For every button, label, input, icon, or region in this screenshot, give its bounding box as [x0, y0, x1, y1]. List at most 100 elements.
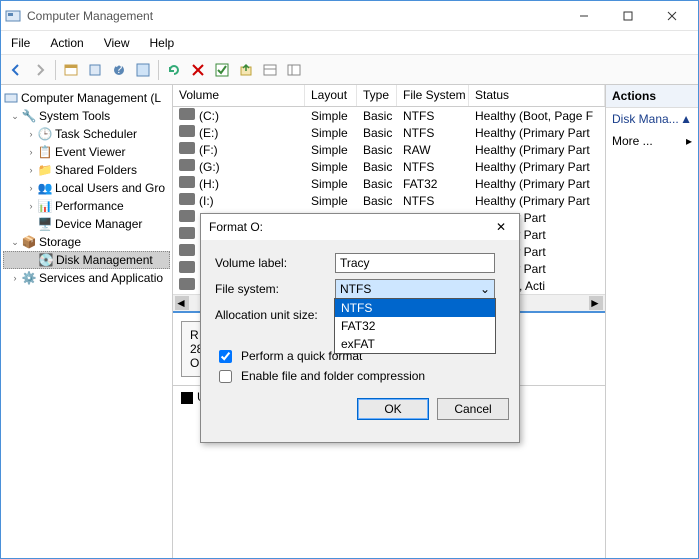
minimize-button[interactable]	[562, 2, 606, 30]
compression-checkbox[interactable]: Enable file and folder compression	[215, 366, 505, 386]
volume-icon	[179, 227, 195, 239]
tree-event-viewer[interactable]: Event Viewer	[55, 145, 125, 159]
show-hide-tree-button[interactable]	[60, 59, 82, 81]
expand-icon[interactable]: ›	[25, 165, 37, 175]
maximize-button[interactable]	[606, 2, 650, 30]
expand-icon[interactable]: ›	[25, 147, 37, 157]
volume-icon	[179, 159, 195, 171]
forward-button[interactable]	[29, 59, 51, 81]
table-row[interactable]: (E:)SimpleBasicNTFSHealthy (Primary Part	[173, 124, 605, 141]
file-system-value: NTFS	[340, 282, 371, 296]
disk-icon: 💽	[38, 252, 54, 268]
compression-input[interactable]	[219, 370, 232, 383]
col-layout[interactable]: Layout	[305, 85, 357, 106]
window-title: Computer Management	[27, 9, 562, 23]
allocation-size-label: Allocation unit size:	[215, 308, 335, 322]
dropdown-option-fat32[interactable]: FAT32	[335, 317, 495, 335]
actions-more-item[interactable]: More ...▸	[606, 130, 698, 152]
menu-action[interactable]: Action	[46, 34, 87, 52]
tools-icon: 🔧	[21, 108, 37, 124]
tree-local-users[interactable]: Local Users and Gro	[55, 181, 165, 195]
storage-icon: 📦	[21, 234, 37, 250]
tree-performance[interactable]: Performance	[55, 199, 124, 213]
tree-storage[interactable]: Storage	[39, 235, 81, 249]
action-button-3[interactable]	[283, 59, 305, 81]
dropdown-option-ntfs[interactable]: NTFS	[335, 299, 495, 317]
volume-icon	[179, 244, 195, 256]
volume-icon	[179, 108, 195, 120]
tree-device-manager[interactable]: Device Manager	[55, 217, 142, 231]
tree-root[interactable]: Computer Management (L	[21, 91, 161, 105]
table-row[interactable]: (C:)SimpleBasicNTFSHealthy (Boot, Page F	[173, 107, 605, 124]
collapse-icon[interactable]: ⌄	[9, 111, 21, 122]
collapse-icon[interactable]: ⌄	[9, 237, 21, 248]
volume-icon	[179, 125, 195, 137]
help-button[interactable]: ?	[108, 59, 130, 81]
ok-button[interactable]: OK	[357, 398, 429, 420]
actions-disk-item[interactable]: Disk Mana...▲	[606, 108, 698, 130]
col-filesystem[interactable]: File System	[397, 85, 469, 106]
menu-file[interactable]: File	[7, 34, 34, 52]
svg-text:?: ?	[116, 63, 123, 76]
collapse-icon: ▲	[680, 112, 692, 126]
table-row[interactable]: (F:)SimpleBasicRAWHealthy (Primary Part	[173, 141, 605, 158]
chevron-down-icon: ⌄	[480, 282, 490, 296]
dialog-close-button[interactable]: ✕	[491, 220, 511, 234]
tree-shared-folders[interactable]: Shared Folders	[55, 163, 137, 177]
titlebar: Computer Management	[1, 1, 698, 31]
tree-services[interactable]: Services and Applicatio	[39, 271, 163, 285]
volume-list-header: Volume Layout Type File System Status	[173, 85, 605, 107]
view-button[interactable]	[132, 59, 154, 81]
volume-icon	[179, 261, 195, 273]
scroll-right-icon[interactable]: ►	[589, 296, 603, 310]
col-volume[interactable]: Volume	[173, 85, 305, 106]
volume-icon	[179, 210, 195, 222]
tree-task-scheduler[interactable]: Task Scheduler	[55, 127, 137, 141]
delete-button[interactable]	[187, 59, 209, 81]
volume-label-label: Volume label:	[215, 256, 335, 270]
col-status[interactable]: Status	[469, 85, 605, 106]
legend-unallocated-swatch	[181, 392, 193, 404]
expand-icon[interactable]: ›	[9, 273, 21, 283]
expand-icon[interactable]: ›	[25, 183, 37, 193]
refresh-button[interactable]	[163, 59, 185, 81]
expand-icon[interactable]: ›	[25, 201, 37, 211]
device-icon: 🖥️	[37, 216, 53, 232]
back-button[interactable]	[5, 59, 27, 81]
dialog-titlebar: Format O: ✕	[201, 214, 519, 240]
volume-label-input[interactable]	[335, 253, 495, 273]
file-system-dropdown[interactable]: NTFS ⌄	[335, 279, 495, 299]
col-type[interactable]: Type	[357, 85, 397, 106]
submenu-icon: ▸	[686, 134, 692, 148]
users-icon: 👥	[37, 180, 53, 196]
actions-header: Actions	[606, 85, 698, 108]
cancel-button[interactable]: Cancel	[437, 398, 509, 420]
table-row[interactable]: (I:)SimpleBasicNTFSHealthy (Primary Part	[173, 192, 605, 209]
folder-icon: 📁	[37, 162, 53, 178]
event-icon: 📋	[37, 144, 53, 160]
dropdown-option-exfat[interactable]: exFAT	[335, 335, 495, 353]
close-button[interactable]	[650, 2, 694, 30]
tree-system-tools[interactable]: System Tools	[39, 109, 110, 123]
volume-icon	[179, 176, 195, 188]
action-button-1[interactable]	[235, 59, 257, 81]
tree-disk-management[interactable]: Disk Management	[56, 253, 153, 267]
menu-help[interactable]: Help	[146, 34, 179, 52]
quick-format-input[interactable]	[219, 350, 232, 363]
dialog-title: Format O:	[209, 220, 491, 234]
table-row[interactable]: (G:)SimpleBasicNTFSHealthy (Primary Part	[173, 158, 605, 175]
properties-button[interactable]	[84, 59, 106, 81]
check-button[interactable]	[211, 59, 233, 81]
services-icon: ⚙️	[21, 270, 37, 286]
expand-icon[interactable]: ›	[25, 129, 37, 139]
table-row[interactable]: (H:)SimpleBasicFAT32Healthy (Primary Par…	[173, 175, 605, 192]
menu-view[interactable]: View	[100, 34, 134, 52]
action-button-2[interactable]	[259, 59, 281, 81]
file-system-label: File system:	[215, 282, 335, 296]
file-system-dropdown-list[interactable]: NTFS FAT32 exFAT	[334, 298, 496, 354]
app-icon	[5, 8, 21, 24]
scheduler-icon: 🕒	[37, 126, 53, 142]
scroll-left-icon[interactable]: ◄	[175, 296, 189, 310]
menubar: File Action View Help	[1, 31, 698, 55]
navigation-tree[interactable]: Computer Management (L ⌄🔧System Tools ›🕒…	[1, 85, 173, 558]
